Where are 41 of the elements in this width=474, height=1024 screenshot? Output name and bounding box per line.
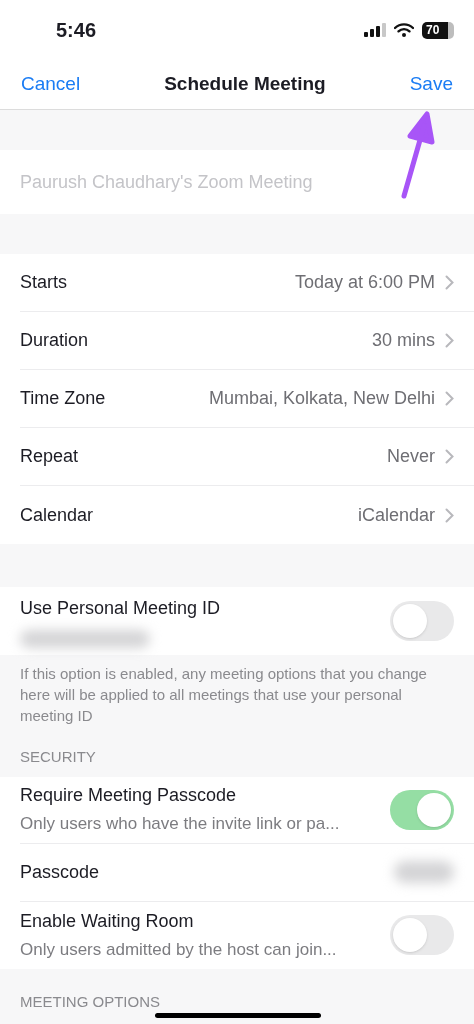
- row-value: Never: [387, 445, 435, 468]
- row-label: Time Zone: [20, 387, 106, 410]
- settings-row[interactable]: Repeat Never: [20, 428, 474, 486]
- row-label: Calendar: [20, 503, 94, 527]
- row-value: Today at 6:00 PM: [294, 271, 435, 294]
- battery-indicator: 70: [422, 21, 454, 39]
- row-label: Duration: [20, 329, 89, 352]
- screen-title: Schedule Meeting: [164, 72, 326, 97]
- redacted-blur: [394, 861, 454, 883]
- settings-row[interactable]: Calendar iCalendar: [20, 486, 474, 544]
- chevron-icon: [445, 391, 454, 406]
- settings-row[interactable]: Duration 30 mins: [20, 312, 474, 370]
- topic-field[interactable]: Paurush Chaudhary's Zoom Meeting: [0, 150, 474, 214]
- save-button[interactable]: Save: [409, 70, 453, 99]
- chevron-icon: [445, 449, 454, 464]
- row-label: Starts: [20, 271, 67, 294]
- row-label: Require Meeting Passcode: [20, 784, 238, 808]
- section-heading: SECURITY: [19, 747, 97, 767]
- signal-icon: [364, 23, 386, 37]
- chevron-icon: [445, 507, 454, 523]
- toggle-switch[interactable]: [390, 915, 454, 955]
- cancel-button[interactable]: Cancel: [21, 70, 81, 99]
- row-detail: Only users who have the invite link or pa...: [20, 813, 340, 836]
- toggle-switch[interactable]: [390, 601, 454, 641]
- settings-row[interactable]: Time Zone Mumbai, Kolkata, New Delhi: [20, 370, 474, 428]
- row-label: Repeat: [20, 445, 79, 468]
- row-label: Use Personal Meeting ID: [20, 596, 221, 620]
- status-time: 5:46: [56, 18, 97, 43]
- chevron-icon: [445, 275, 454, 290]
- row-label: Passcode: [20, 860, 100, 884]
- settings-row[interactable]: Starts Today at 6:00 PM: [20, 254, 474, 312]
- row-detail: Only users admitted by the host can join...: [20, 938, 337, 961]
- chevron-icon: [445, 333, 454, 348]
- option-note: If this option is enabled, any meeting options that you change here will be applied to all meetings that use your personal meeting ID: [19, 664, 428, 726]
- section-heading: MEETING OPTIONS: [19, 991, 161, 1012]
- row-value: Mumbai, Kolkata, New Delhi: [208, 387, 435, 410]
- toggle-switch[interactable]: [390, 789, 454, 830]
- wifi-icon: [394, 23, 414, 37]
- row-label: Enable Waiting Room: [20, 909, 195, 933]
- row-value: 30 mins: [371, 329, 435, 352]
- row-value: iCalendar: [357, 503, 435, 527]
